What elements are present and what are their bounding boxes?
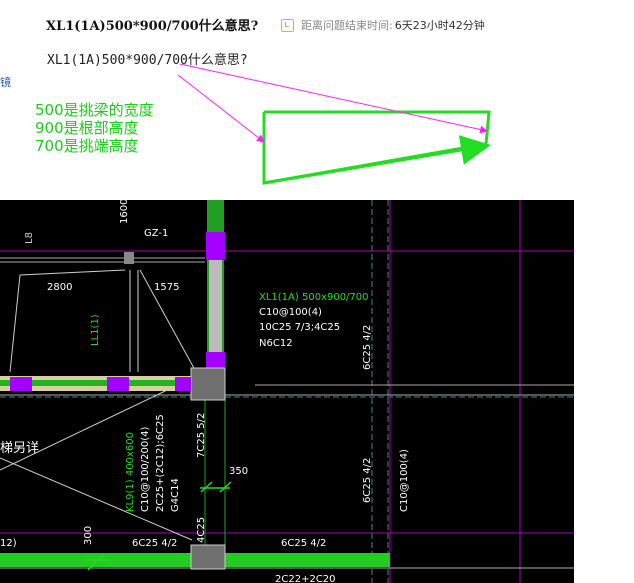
cad-dim-350: 350: [229, 466, 248, 477]
cad-rebar-6c25-c: 6C25 4/2: [132, 538, 177, 549]
cad-xl1-bars: 10C25 7/3;4C25: [259, 322, 340, 333]
cad-rebar-2c22: 2C22+2C20: [275, 574, 336, 583]
cad-drawing: 1600 L8 GZ-1 2800 1575 LL1(1) XL1(1A) 50…: [0, 199, 574, 583]
cad-rebar-6c25-a: 6C25 4/2: [362, 325, 373, 370]
cad-dim-1575: 1575: [154, 282, 179, 293]
cad-rebar-12: 12): [0, 538, 17, 549]
cad-xl1-side: N6C12: [259, 338, 293, 349]
cad-xl1-stirrup: C10@100(4): [259, 307, 322, 318]
cad-rebar-7c25: 7C25 5/2: [196, 413, 207, 458]
cad-dim-2800: 2800: [47, 282, 72, 293]
cad-background: [0, 200, 574, 583]
cad-kl9-bars: 2C25+(2C12);6C25: [155, 414, 166, 512]
cad-xl1-title: XL1(1A) 500x900/700: [259, 292, 369, 303]
cad-rebar-6c25-d: 6C25 4/2: [281, 538, 326, 549]
cad-stair-note: 梯另详: [0, 441, 39, 456]
cad-c10-100: C10@100(4): [399, 449, 410, 512]
cad-label-ll1: LL1(1): [90, 314, 101, 346]
cad-kl9-stirrup: C10@100/200(4): [140, 426, 151, 512]
cad-label-l8: L8: [24, 232, 35, 244]
cad-dim-300: 300: [83, 526, 94, 545]
cad-kl9-side: G4C14: [170, 478, 181, 512]
cad-kl9-title: KL9(1) 400x600: [125, 432, 136, 512]
cad-rebar-6c25-b: 6C25 4/2: [362, 458, 373, 503]
cad-rebar-4c25: 4C25: [196, 517, 207, 543]
cad-dim-1600: 1600: [119, 199, 130, 224]
cad-label-gz1: GZ-1: [144, 228, 168, 239]
